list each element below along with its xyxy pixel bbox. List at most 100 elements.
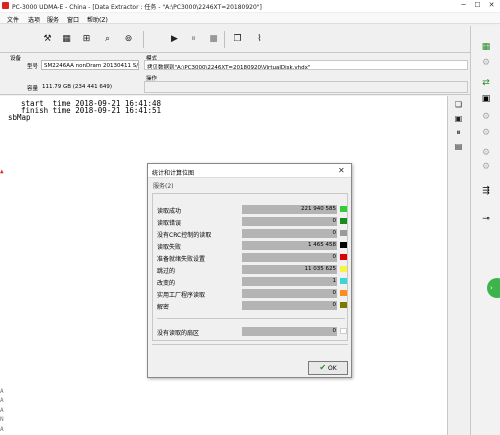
panel-icon[interactable]: ▣ xyxy=(477,94,495,108)
dialog-footer xyxy=(152,344,348,358)
stats-color-swatch xyxy=(340,290,347,296)
ok-button[interactable]: ✔ OK xyxy=(308,361,348,375)
stats-value-box: 0 xyxy=(242,327,337,336)
stats-value: 1 465 458 xyxy=(308,242,336,248)
stats-label: 实用工厂程序读取 xyxy=(157,292,206,299)
side-green-button[interactable]: › xyxy=(487,278,500,298)
maximize-button[interactable]: ☐ xyxy=(473,1,482,10)
stats-value: 0 xyxy=(332,230,337,236)
model-value: SM2246AA nonDram 20130411 S/N [0 xyxy=(41,60,139,70)
close-button[interactable]: ✕ xyxy=(487,1,496,10)
window-title: PC-3000 UDMA-E - China - [Data Extractor… xyxy=(12,4,262,11)
menu-bar: 文件 选项 服务 窗口 帮助(Z) xyxy=(0,13,500,24)
binoculars-icon[interactable]: ⊚ xyxy=(122,33,135,46)
statistics-dialog: 统计和计算位图 ✕ 服务(2) 读取成功 221 940 585 读取错误 0 … xyxy=(147,163,352,378)
stats-row: 读取成功 221 940 585 xyxy=(153,204,349,216)
stats-value: 1 xyxy=(332,278,337,284)
play-icon[interactable]: ▶ xyxy=(168,33,181,46)
left-mark-icon: ▲ xyxy=(0,168,4,175)
stats-value: 0 xyxy=(332,254,337,260)
stats-value-box: 11 035 625 xyxy=(242,265,337,274)
tool-icon[interactable]: ⚙ xyxy=(477,148,495,162)
sector-icon[interactable]: ⊞ xyxy=(80,33,93,46)
copy-icon[interactable]: ❐ xyxy=(231,33,244,46)
toolbar-separator xyxy=(143,31,144,48)
stats-label: 读取错误 xyxy=(157,220,182,227)
stats-label: 解密 xyxy=(157,304,170,311)
export-icon[interactable]: ▤ xyxy=(452,142,465,154)
usb-icon[interactable]: ⊸ xyxy=(477,214,495,228)
tools-icon[interactable]: ⚒ xyxy=(41,33,54,46)
stats-value-box: 0 xyxy=(242,301,337,310)
stats-label: 改变的 xyxy=(157,280,176,287)
toolbar: ⚒ ▦ ⊞ ⌕ ⊚ ▶ ⏸ ■ ❐ ⌇ xyxy=(0,26,470,53)
stop-icon[interactable]: ■ xyxy=(207,33,220,46)
log-side-toolbar: ❏ ▣ ⏸ ▤ xyxy=(448,96,470,435)
dialog-subtitle: 服务(2) xyxy=(153,183,174,190)
dialog-title-bar: 统计和计算位图 ✕ xyxy=(148,164,351,178)
stats-value-box: 0 xyxy=(242,253,337,262)
capacity-value: 111.79 GB (234 441 649) xyxy=(42,84,113,90)
pause-icon[interactable]: ⏸ xyxy=(187,33,200,46)
device-info-panel: 设备 型号 SM2246AA nonDram 20130411 S/N [0 容… xyxy=(0,53,470,95)
left-mark: A xyxy=(0,388,4,395)
stats-color-swatch xyxy=(340,230,347,236)
page-icon[interactable]: ❏ xyxy=(452,100,465,112)
chart-icon[interactable]: ⌇ xyxy=(253,33,266,46)
stats-value-box: 1 465 458 xyxy=(242,241,337,250)
log-line: finish time 2018-09-21 16:41:51 xyxy=(12,106,162,115)
stats-color-swatch xyxy=(340,302,347,308)
minimize-button[interactable]: ─ xyxy=(459,1,468,10)
tool-icon[interactable]: ⚙ xyxy=(477,58,495,72)
checkmark-icon: ✔ xyxy=(319,363,327,372)
grid-icon[interactable]: ▦ xyxy=(60,33,73,46)
transfer-icon[interactable]: ⇄ xyxy=(477,78,495,92)
stats-color-swatch xyxy=(340,328,347,334)
left-mark: A xyxy=(0,426,4,433)
stats-value-box: 0 xyxy=(242,229,337,238)
stats-label: 没有读取的扇区 xyxy=(157,330,200,337)
save-icon[interactable]: ▣ xyxy=(452,114,465,126)
connector-icon[interactable]: ⇶ xyxy=(477,186,495,200)
menu-options[interactable]: 选项 xyxy=(28,15,40,24)
green-tool-icon[interactable]: ▦ xyxy=(477,42,495,56)
capacity-label: 容量 xyxy=(27,86,39,92)
stats-value: 0 xyxy=(332,302,337,308)
menu-window[interactable]: 窗口 xyxy=(67,15,79,24)
stats-row: 读取失败 1 465 458 xyxy=(153,240,349,252)
menu-help[interactable]: 帮助(Z) xyxy=(87,15,108,24)
stats-value: 0 xyxy=(332,290,337,296)
stats-value-box: 1 xyxy=(242,277,337,286)
stats-label: 读取成功 xyxy=(157,208,182,215)
tool-icon[interactable]: ⚙ xyxy=(477,112,495,126)
stats-row-unread: 没有读取的扇区 0 xyxy=(153,326,349,338)
stats-row: 实用工厂程序读取 0 xyxy=(153,288,349,300)
stats-value-box: 0 xyxy=(242,217,337,226)
stats-row: 读取错误 0 xyxy=(153,216,349,228)
stats-label: 没有CRC控制的读取 xyxy=(157,232,212,239)
menu-service[interactable]: 服务 xyxy=(47,15,59,24)
dialog-subtitle-bar: 服务(2) xyxy=(148,178,351,190)
stats-label: 准备就绪失败设置 xyxy=(157,256,206,263)
stats-color-swatch xyxy=(340,254,347,260)
left-mark: A xyxy=(0,397,4,404)
dialog-close-button[interactable]: ✕ xyxy=(338,166,345,175)
operation-field xyxy=(144,81,468,93)
model-label: 型号 xyxy=(27,64,39,70)
left-mark: N xyxy=(0,416,4,423)
pause-icon[interactable]: ⏸ xyxy=(452,128,465,140)
menu-file[interactable]: 文件 xyxy=(7,15,19,24)
tool-icon[interactable]: ⚙ xyxy=(477,128,495,142)
stats-color-swatch xyxy=(340,242,347,248)
stats-color-swatch xyxy=(340,266,347,272)
search-icon[interactable]: ⌕ xyxy=(101,33,114,46)
stats-row: 准备就绪失败设置 0 xyxy=(153,252,349,264)
stats-value: 221 940 585 xyxy=(301,206,336,212)
ok-label: OK xyxy=(327,365,337,372)
stats-label: 跳过的 xyxy=(157,268,176,275)
stats-value-box: 221 940 585 xyxy=(242,205,337,214)
device-label: 设备 xyxy=(10,56,22,62)
tool-icon[interactable]: ⚙ xyxy=(477,162,495,176)
stats-row: 改变的 1 xyxy=(153,276,349,288)
stats-value: 0 xyxy=(332,328,337,334)
